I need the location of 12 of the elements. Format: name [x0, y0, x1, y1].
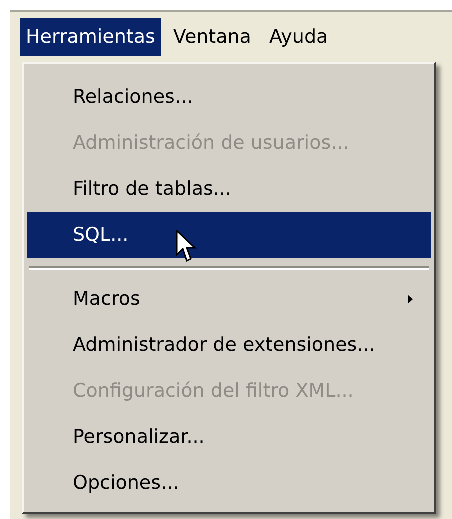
- menu-item[interactable]: Opciones...: [27, 460, 431, 506]
- menu-item[interactable]: Filtro de tablas...: [27, 166, 431, 212]
- menu-item[interactable]: Personalizar...: [27, 414, 431, 460]
- menu-item[interactable]: SQL...: [27, 212, 431, 258]
- menu-item[interactable]: Macros: [27, 276, 431, 322]
- submenu-arrow-icon: [408, 294, 413, 304]
- menu-bar-item[interactable]: Ventana: [167, 18, 258, 56]
- menu-item[interactable]: Administrador de extensiones...: [27, 322, 431, 368]
- menu-bar-item[interactable]: Ayuda: [263, 18, 334, 56]
- menu-bar-item[interactable]: Herramientas: [20, 18, 162, 56]
- menu-item[interactable]: Relaciones...: [27, 74, 431, 120]
- pointer-icon: [176, 230, 198, 264]
